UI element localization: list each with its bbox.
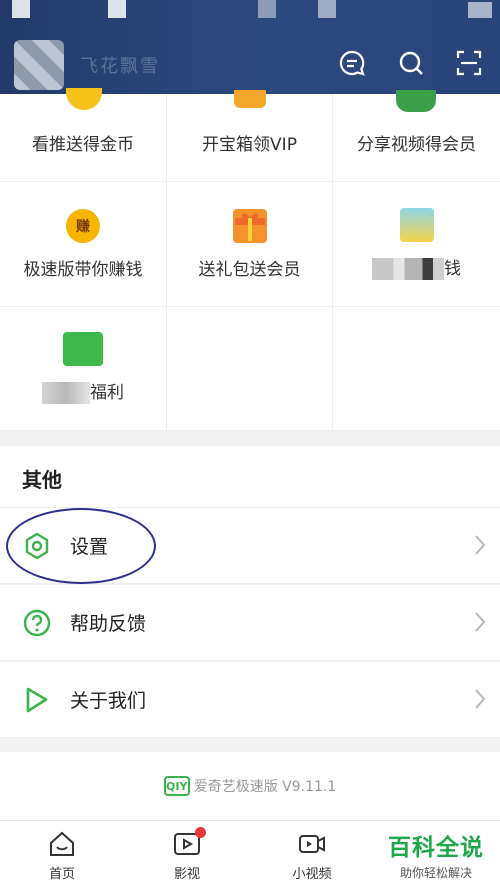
nav-short-video[interactable]: 小视频 (272, 829, 352, 882)
profile-header: 飞花飘雪 (0, 0, 500, 94)
home-icon (50, 831, 74, 856)
menu-item-label: 设置 (70, 536, 109, 558)
grid-item-empty (167, 307, 333, 431)
watermark-title: 百科全说 (388, 835, 484, 861)
message-icon[interactable] (334, 45, 370, 81)
grid-item-treasure[interactable]: 开宝箱领VIP (167, 90, 333, 182)
nav-home[interactable]: 首页 (22, 829, 102, 882)
treasure-box-icon (234, 90, 266, 108)
status-bar-blur (258, 0, 276, 18)
nav-video[interactable]: 影视 (147, 827, 227, 882)
watermark: 百科全说 助你轻松解决 (376, 828, 496, 881)
section-header: 其他 (0, 446, 500, 508)
iqiyi-logo: QIY (163, 776, 190, 796)
grid-item-card[interactable]: 钱 (333, 182, 500, 307)
nav-label: 首页 (48, 867, 75, 882)
grid-item-label: 分享视频得会员 (357, 135, 476, 155)
version-text: 爱奇艺极速版 V9.11.1 (193, 779, 337, 795)
menu-item-about[interactable]: 关于我们 (0, 662, 500, 738)
gift-icon (232, 209, 267, 243)
grid-item-coins[interactable]: 看推送得金币 (0, 88, 167, 182)
chevron-right-icon (475, 535, 486, 555)
grid-item-label: 钱 (372, 254, 461, 280)
menu-item-help[interactable]: 帮助反馈 (0, 585, 500, 661)
nav-label: 小视频 (292, 867, 332, 882)
grid-item-newbie[interactable]: 福利 (0, 307, 167, 431)
avatar[interactable] (14, 40, 64, 90)
status-bar-blur (108, 0, 126, 18)
watermark-subtitle: 助你轻松解决 (399, 866, 472, 880)
search-icon[interactable] (393, 45, 429, 81)
status-bar-blur (12, 0, 30, 18)
grid-item-empty (333, 307, 500, 431)
redacted-text (42, 382, 90, 404)
status-bar-blur (468, 2, 492, 18)
grid-item-label: 看推送得金币 (32, 135, 134, 155)
version-info: QIY 爱奇艺极速版 V9.11.1 (0, 752, 500, 820)
grid-item-gift[interactable]: 送礼包送会员 (167, 182, 333, 307)
notification-badge (195, 827, 206, 838)
redacted-text (372, 258, 444, 280)
help-icon (22, 608, 52, 638)
short-video-icon (299, 835, 325, 853)
feature-grid: 看推送得金币 开宝箱领VIP 分享视频得会员 赚 极速版带你赚钱 送礼包送会员 … (0, 88, 500, 431)
nav-label: 影视 (173, 867, 200, 882)
scan-icon[interactable] (451, 45, 487, 81)
grid-item-share[interactable]: 分享视频得会员 (333, 90, 500, 182)
settings-icon (22, 531, 52, 561)
grid-item-label: 送礼包送会员 (198, 260, 301, 280)
grid-item-label: 开宝箱领VIP (202, 135, 297, 155)
about-icon (22, 685, 52, 715)
menu-item-label: 关于我们 (70, 690, 147, 712)
menu-item-settings[interactable]: 设置 (0, 508, 500, 584)
chevron-right-icon (475, 612, 486, 632)
section-title: 其他 (22, 468, 62, 492)
card-icon (399, 208, 434, 242)
newbie-icon (63, 332, 103, 366)
status-bar-blur (318, 0, 336, 18)
grid-item-label: 福利 (42, 378, 124, 404)
coin-icon (66, 88, 102, 110)
grid-item-earn[interactable]: 赚 极速版带你赚钱 (0, 182, 167, 307)
share-icon (396, 90, 436, 112)
earn-icon: 赚 (66, 209, 100, 243)
chevron-right-icon (475, 689, 486, 709)
menu-item-label: 帮助反馈 (70, 613, 147, 635)
grid-item-label: 极速版带你赚钱 (23, 260, 143, 280)
user-name[interactable]: 飞花飘雪 (80, 52, 190, 76)
